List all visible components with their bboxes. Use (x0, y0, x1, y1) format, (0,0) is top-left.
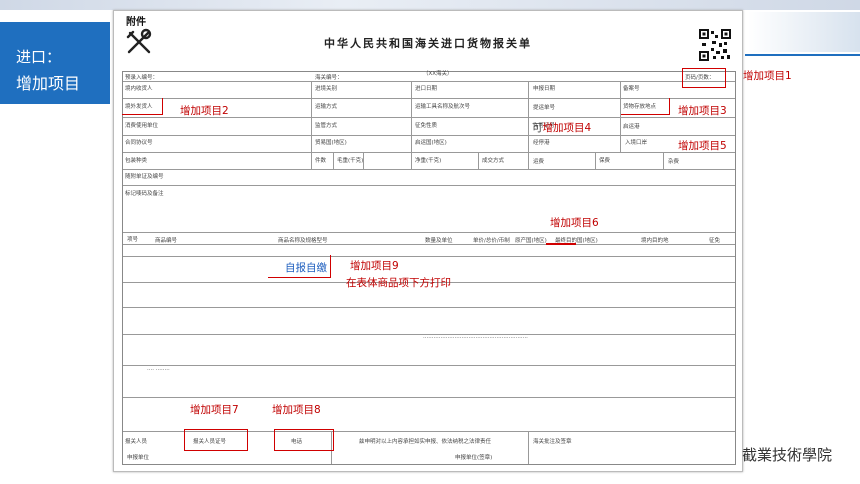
dotted-separator: .... ........ (147, 366, 170, 372)
field-declare-unit-seal: 申报单位(签章) (455, 455, 493, 461)
col-quantity: 数量及单位 (425, 238, 453, 244)
field-entry-port: 进境关别 (315, 86, 338, 92)
annotation-item-7: 增加项目7 (190, 404, 239, 416)
field-package-type: 包装种类 (125, 158, 148, 164)
field-bill-no: 提运单号 (533, 105, 556, 111)
col-goods-name: 商品名称及规格型号 (278, 238, 328, 244)
field-attached-docs: 随附单证及编号 (125, 174, 164, 180)
field-declarer: 报关人员 (125, 439, 148, 445)
field-supervision-mode: 监管方式 (315, 123, 338, 129)
col-goods-code: 商品编号 (155, 238, 178, 244)
highlight-final-destination (546, 243, 576, 245)
field-pre-entry-no: 预录入编号： (125, 75, 159, 81)
annotation-item-9: 增加项目9 (350, 260, 399, 272)
annotation-item-4: 可增加项目4 (532, 120, 591, 135)
field-pieces: 件数 (315, 158, 327, 164)
field-departure-port: 启运港 (623, 124, 640, 130)
field-declare-unit: 申报单位 (127, 455, 150, 461)
top-banner (0, 0, 860, 10)
field-import-date: 进口日期 (415, 86, 438, 92)
dotted-separator: ........................................… (423, 334, 528, 340)
attachment-label: 附件 (126, 17, 146, 28)
annotation-item-1: 增加项目1 (743, 70, 792, 82)
highlight-self-report (268, 255, 331, 278)
annotation-item-4-prefix: 可 (532, 122, 543, 134)
field-gross-weight: 毛重(千克) (337, 158, 364, 164)
annotation-item-6: 增加项目6 (550, 217, 599, 229)
col-levy: 征免 (709, 238, 721, 244)
field-departure-country: 启运国(地区) (415, 140, 447, 146)
field-statement: 兹申明对以上内容承担如实申报、依法纳税之法律责任 (359, 439, 492, 445)
highlight-goods-place (621, 98, 670, 115)
annotation-item-5: 增加项目5 (678, 140, 727, 152)
col-domestic-destination: 境内目的地 (641, 238, 669, 244)
header-decoration (748, 12, 860, 52)
col-origin: 原产国(地区) (515, 238, 547, 244)
field-insurance: 保费 (599, 158, 611, 164)
field-transport-name: 运输工具名称及航次号 (415, 104, 471, 110)
field-customs-no: 海关编号： (315, 75, 343, 81)
annotation-item-9-note: 在表体商品项下方打印 (346, 277, 451, 289)
school-name: 截業技術學院 (742, 446, 833, 464)
field-transport-mode: 运输方式 (315, 104, 338, 110)
field-marks-notes: 标记唛码及备注 (125, 191, 164, 197)
form-title: 中华人民共和国海关进口货物报关单 (324, 37, 532, 50)
field-misc-fee: 杂费 (668, 159, 680, 165)
highlight-phone (274, 429, 334, 451)
field-consumer-unit: 消费使用单位 (125, 123, 159, 129)
annotation-item-2: 增加项目2 (180, 105, 229, 117)
field-customs-name: （XX海关） (423, 71, 453, 77)
section-label-add-items: 增加项目 (16, 74, 81, 93)
field-net-weight: 净重(千克) (415, 158, 442, 164)
field-declare-date: 申报日期 (533, 86, 556, 92)
field-contract-no: 合同协议号 (125, 140, 153, 146)
col-item-no: 项号 (127, 237, 139, 243)
field-trade-country: 贸易国(地区) (315, 140, 347, 146)
field-transit-port: 经停港 (533, 140, 550, 146)
annotation-item-3: 增加项目3 (678, 105, 727, 117)
field-domestic-consignee: 境内收货人 (125, 86, 153, 92)
annotation-item-4-label: 增加项目4 (542, 122, 592, 134)
field-freight: 运费 (533, 159, 545, 165)
highlight-declarer-cert (184, 429, 248, 451)
section-label-import: 进口： (16, 48, 62, 66)
field-entry-point: 入境口岸 (625, 140, 648, 146)
section-panel: 进口： 增加项目 (0, 22, 110, 104)
field-levy-nature: 征免性质 (415, 123, 438, 129)
highlight-overseas-shipper (122, 98, 163, 115)
col-price: 单价/总价/币制 (473, 238, 510, 244)
annotation-item-8: 增加项目8 (272, 404, 321, 416)
highlight-page-no (682, 68, 726, 88)
field-customs-note: 海关批注及签章 (533, 439, 572, 445)
qr-code-icon (699, 29, 731, 61)
field-deal-mode: 成交方式 (482, 158, 505, 164)
header-accent-line (745, 54, 860, 56)
field-record-no: 备案号 (623, 86, 640, 92)
